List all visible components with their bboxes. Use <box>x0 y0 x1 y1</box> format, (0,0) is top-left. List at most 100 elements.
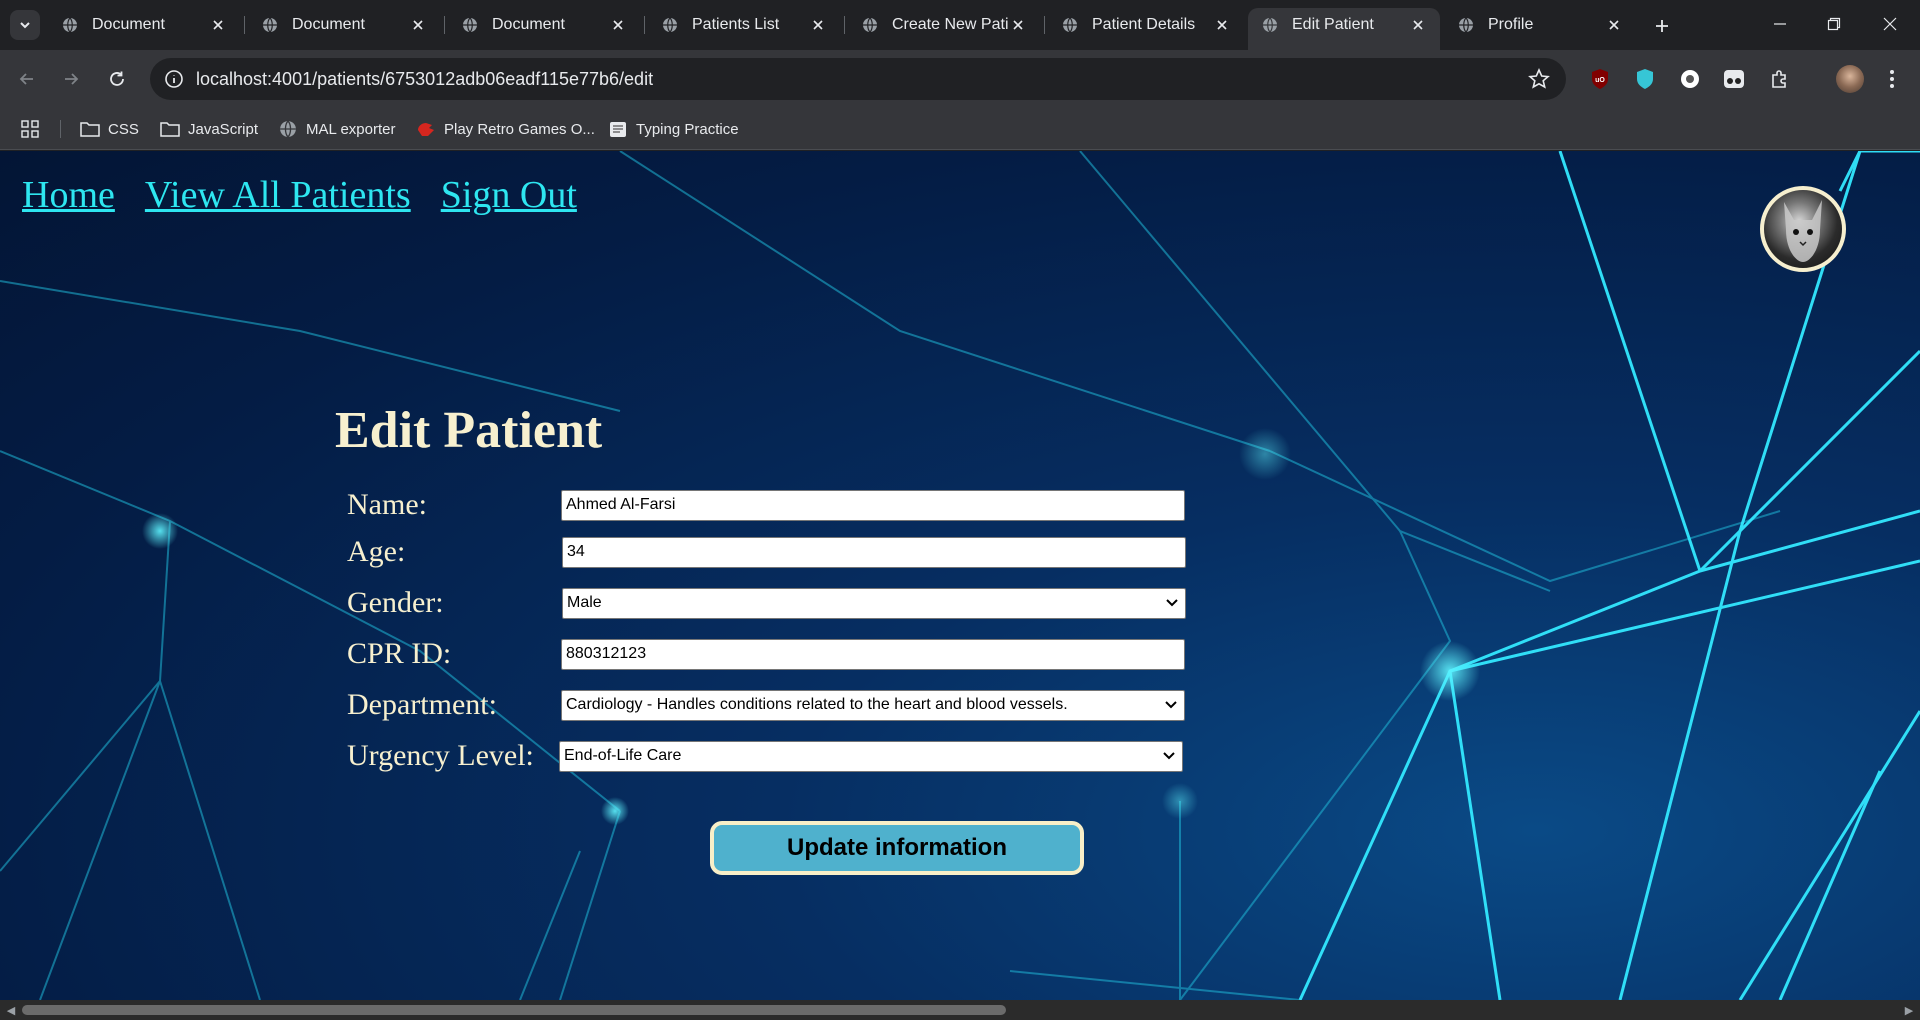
gender-row: Gender: Male <box>347 586 1186 620</box>
close-window-button[interactable] <box>1862 0 1918 48</box>
svg-text:uO: uO <box>1595 77 1605 84</box>
url-text[interactable]: localhost:4001/patients/6753012adb06eadf… <box>196 58 653 100</box>
globe-icon <box>63 17 77 33</box>
menu-button[interactable] <box>1880 67 1904 91</box>
home-link[interactable]: Home <box>22 173 115 217</box>
cpr-row: CPR ID: 880312123 <box>347 637 1185 671</box>
folder-icon <box>160 119 180 139</box>
close-icon[interactable] <box>808 15 828 35</box>
view-all-patients-link[interactable]: View All Patients <box>145 173 411 217</box>
name-input[interactable]: Ahmed Al-Farsi <box>561 489 1185 521</box>
tab-create-new-patient[interactable]: Create New Patient <box>848 8 1040 42</box>
glasses-extension-icon[interactable] <box>1722 67 1746 91</box>
tab-title: Document <box>492 16 565 33</box>
restore-button[interactable] <box>1806 0 1862 48</box>
globe-icon <box>1263 17 1277 33</box>
close-icon[interactable] <box>1604 15 1624 35</box>
tab-title: Profile <box>1488 16 1534 33</box>
department-select[interactable]: Cardiology - Handles conditions related … <box>561 689 1185 721</box>
cat-photo <box>1784 200 1822 262</box>
back-button[interactable] <box>12 64 42 94</box>
gender-selected-value: Male <box>567 594 602 611</box>
urgency-row: Urgency Level: End-of-Life Care <box>347 739 1183 773</box>
globe-icon <box>1063 17 1077 33</box>
department-label: Department: <box>347 688 497 721</box>
bookmark-mal-exporter[interactable]: MAL exporter <box>278 108 395 150</box>
bookmark-separator <box>60 120 61 138</box>
tab-patients-list[interactable]: Patients List <box>648 8 840 42</box>
close-icon[interactable] <box>408 15 428 35</box>
arrow-left-icon <box>19 73 33 85</box>
profile-avatar[interactable] <box>1836 65 1864 93</box>
scroll-right-arrow-icon[interactable]: ▶ <box>1902 1003 1916 1017</box>
sign-out-link[interactable]: Sign Out <box>441 173 577 217</box>
tab-title: Document <box>292 16 365 33</box>
restore-icon <box>1827 17 1841 31</box>
name-row: Name: Ahmed Al-Farsi <box>347 488 1185 522</box>
bookmark-retro-games[interactable]: Play Retro Games O... <box>416 108 595 150</box>
close-icon[interactable] <box>608 15 628 35</box>
globe-icon <box>463 17 477 33</box>
tab-patient-details[interactable]: Patient Details <box>1048 8 1244 42</box>
globe-icon <box>278 119 298 139</box>
urgency-select[interactable]: End-of-Life Care <box>559 740 1183 772</box>
tab-separator <box>844 16 845 34</box>
globe-icon <box>1459 17 1473 33</box>
folder-icon <box>80 119 100 139</box>
site-info-icon[interactable] <box>164 69 184 89</box>
minimize-button[interactable] <box>1752 0 1808 48</box>
apps-grid-icon <box>21 120 39 138</box>
address-bar[interactable]: localhost:4001/patients/6753012adb06eadf… <box>150 58 1566 100</box>
reload-button[interactable] <box>102 64 132 94</box>
tab-separator <box>244 16 245 34</box>
bookmark-star-icon[interactable] <box>1528 68 1550 90</box>
plus-icon <box>1656 20 1668 32</box>
tab-title: Document <box>92 16 165 33</box>
chevron-down-icon <box>1166 599 1178 607</box>
circle-extension-icon[interactable] <box>1678 67 1702 91</box>
tab-title: Create New Patient <box>892 16 1008 33</box>
tab-edit-patient[interactable]: Edit Patient <box>1248 8 1440 50</box>
shield-extension-icon[interactable] <box>1633 67 1657 91</box>
age-input[interactable]: 34 <box>562 536 1186 568</box>
tab-separator <box>444 16 445 34</box>
bookmark-label: JavaScript <box>188 120 259 138</box>
page-title: Edit Patient <box>335 402 603 459</box>
close-icon[interactable] <box>1212 15 1232 35</box>
close-icon[interactable] <box>1408 15 1428 35</box>
game-icon <box>416 119 436 139</box>
extensions-puzzle-icon[interactable] <box>1768 67 1792 91</box>
tab-document-1[interactable]: Document <box>48 8 240 42</box>
profile-avatar[interactable] <box>1760 186 1846 272</box>
bookmark-label: Play Retro Games O... <box>444 120 595 138</box>
bookmark-css[interactable]: CSS <box>80 108 139 150</box>
name-label: Name: <box>347 488 427 521</box>
close-icon[interactable] <box>1008 15 1028 35</box>
bookmark-typing-practice[interactable]: Typing Practice <box>608 108 739 150</box>
ublock-extension-icon[interactable]: uO <box>1588 67 1612 91</box>
tab-search-button[interactable] <box>10 10 40 40</box>
tab-document-3[interactable]: Document <box>448 8 640 42</box>
tab-document-2[interactable]: Document <box>248 8 440 42</box>
apps-button[interactable] <box>20 108 40 150</box>
top-navigation: Home View All Patients Sign Out <box>22 173 577 217</box>
tab-separator <box>1044 16 1045 34</box>
urgency-selected-value: End-of-Life Care <box>564 747 682 764</box>
tab-separator <box>644 16 645 34</box>
scrollbar-thumb[interactable] <box>22 1005 1006 1015</box>
cpr-input[interactable]: 880312123 <box>561 638 1185 670</box>
keyboard-icon <box>608 119 628 139</box>
update-information-button[interactable]: Update information <box>710 821 1084 875</box>
scroll-left-arrow-icon[interactable]: ◀ <box>4 1003 18 1017</box>
edit-patient-form: Edit Patient Name: Ahmed Al-Farsi Age: 3… <box>335 401 1186 772</box>
tab-title: Patients List <box>692 16 780 33</box>
bookmark-javascript[interactable]: JavaScript <box>160 108 258 150</box>
tab-title: Edit Patient <box>1292 16 1374 33</box>
gender-select[interactable]: Male <box>562 587 1186 619</box>
close-icon[interactable] <box>208 15 228 35</box>
tab-strip: Document Document Document Patients List… <box>0 0 1920 50</box>
tab-profile[interactable]: Profile <box>1444 8 1636 42</box>
horizontal-scrollbar[interactable]: ◀ ▶ <box>0 1000 1920 1020</box>
new-tab-button[interactable] <box>1648 12 1676 40</box>
forward-button[interactable] <box>56 64 86 94</box>
